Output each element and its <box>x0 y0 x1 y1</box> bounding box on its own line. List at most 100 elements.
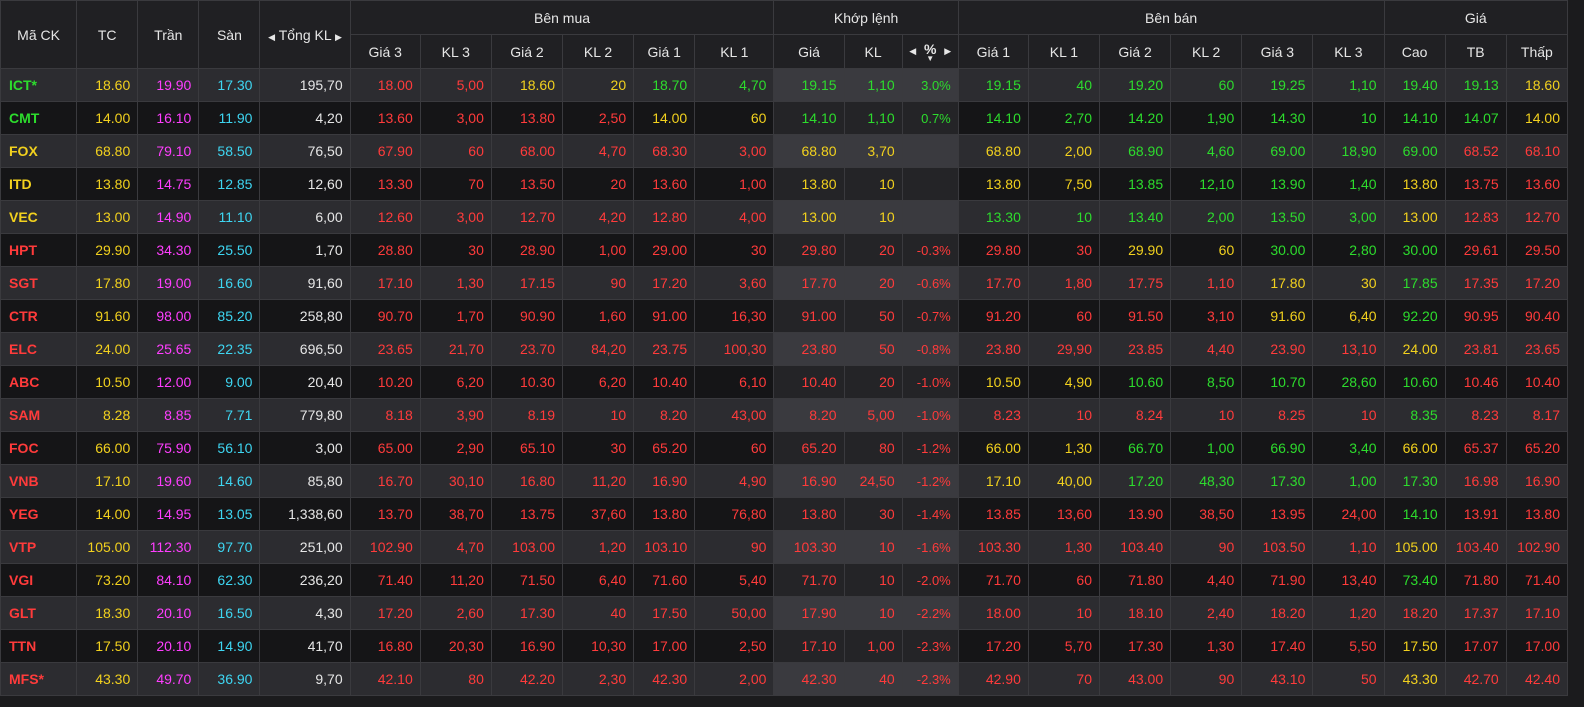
cell-sv1: 2,70 <box>1027 101 1101 135</box>
cell-sp2: 103.40 <box>1098 530 1172 564</box>
table-row[interactable]: MFS* 43.30 49.70 36.90 9,70 42.10 80 42.20 2,30 4… <box>0 662 1569 696</box>
table-row[interactable]: YEG 14.00 14.95 13.05 1,338,60 13.70 38,70 13.7… <box>0 497 1569 531</box>
cell-sym[interactable]: SGT <box>0 266 78 300</box>
cell-sv3: 1,00 <box>1312 464 1385 498</box>
cell-mp: 17.90 <box>773 596 845 630</box>
table-row[interactable]: SGT 17.80 19.00 16.60 91,60 17.10 1,30 17.15 90 1… <box>0 266 1569 300</box>
col-buy-price-1[interactable]: Giá 1 <box>633 34 696 69</box>
cell-sp1: 13.80 <box>957 167 1029 201</box>
table-row[interactable]: GLT 18.30 20.10 16.50 4,30 17.20 2,60 17.30 40 17… <box>0 596 1569 630</box>
table-row[interactable]: HPT 29.90 34.30 25.50 1,70 28.80 30 28.90 1,00 29… <box>0 233 1569 267</box>
table-row[interactable]: SAM 8.28 8.85 7.71 779,80 8.18 3,90 8.19 10 8.20 4… <box>0 398 1569 432</box>
cell-av: 16.98 <box>1444 464 1507 498</box>
cell-lo: 29.50 <box>1505 233 1569 267</box>
cell-ceil: 25.65 <box>137 332 200 366</box>
cell-bv3: 21,70 <box>419 332 492 366</box>
col-sell-price-2[interactable]: Giá 2 <box>1098 34 1172 69</box>
col-high-price[interactable]: Cao <box>1383 34 1446 69</box>
col-sell-price-3[interactable]: Giá 3 <box>1241 34 1314 69</box>
cell-sym[interactable]: ABC <box>0 365 78 399</box>
cell-sym[interactable]: VNB <box>0 464 78 498</box>
cell-sym[interactable]: SAM <box>0 398 78 432</box>
col-buy-price-2[interactable]: Giá 2 <box>490 34 564 69</box>
table-row[interactable]: VTP 105.00 112.30 97.70 251,00 102.90 4,70 103.… <box>0 530 1569 564</box>
table-row[interactable]: FOC 66.00 75.90 56.10 3,00 65.00 2,90 65.10 30 65… <box>0 431 1569 465</box>
cell-pct <box>901 167 959 201</box>
cell-bv1: 4,70 <box>694 68 775 102</box>
cell-sp2: 10.60 <box>1098 365 1172 399</box>
cell-mp: 91.00 <box>773 299 845 333</box>
col-buy-vol-3[interactable]: KL 3 <box>419 34 492 69</box>
cell-sym[interactable]: ELC <box>0 332 78 366</box>
cell-sv2: 1,30 <box>1170 629 1243 663</box>
cell-floor: 56.10 <box>198 431 261 465</box>
table-row[interactable]: TTN 17.50 20.10 14.90 41,70 16.80 20,30 16.90 10… <box>0 629 1569 663</box>
cell-sym[interactable]: YEG <box>0 497 78 531</box>
col-match-price[interactable]: Giá <box>773 34 845 69</box>
cell-sym[interactable]: VEC <box>0 200 78 234</box>
cell-bv1: 3,60 <box>694 266 775 300</box>
cell-bv3: 30 <box>419 233 492 267</box>
cell-sym[interactable]: VTP <box>0 530 78 564</box>
col-match-vol[interactable]: KL <box>843 34 903 69</box>
price-board-table: Mã CK TC Trần Sàn ◀ Tổng KL ▶ Bên mua Kh… <box>0 0 1569 696</box>
table-row[interactable]: CTR 91.60 98.00 85.20 258,80 90.70 1,70 90.90 1,… <box>0 299 1569 333</box>
col-sell-vol-1[interactable]: KL 1 <box>1027 34 1101 69</box>
table-row[interactable]: ITD 13.80 14.75 12.85 12,60 13.30 70 13.50 20 13.… <box>0 167 1569 201</box>
caret-right-icon[interactable]: ▶ <box>335 32 342 42</box>
cell-av: 17.07 <box>1444 629 1507 663</box>
cell-sv2: 10 <box>1170 398 1243 432</box>
table-row[interactable]: VNB 17.10 19.60 14.60 85,80 16.70 30,10 16.80 11… <box>0 464 1569 498</box>
table-row[interactable]: ELC 24.00 25.65 22.35 696,50 23.65 21,70 23.70 8… <box>0 332 1569 366</box>
cell-sym[interactable]: GLT <box>0 596 78 630</box>
cell-sym[interactable]: FOC <box>0 431 78 465</box>
col-match-pct[interactable]: ◀ % ▶ ▼ <box>901 34 959 69</box>
cell-sym[interactable]: TTN <box>0 629 78 663</box>
sort-desc-icon[interactable]: ▼ <box>903 54 957 62</box>
cell-tc: 17.80 <box>76 266 139 300</box>
col-floor-price[interactable]: Sàn <box>198 0 261 69</box>
col-avg-price[interactable]: TB <box>1444 34 1507 69</box>
table-row[interactable]: FOX 68.80 79.10 58.50 76,50 67.90 60 68.00 4,70 6… <box>0 134 1569 168</box>
cell-lo: 42.40 <box>1505 662 1569 696</box>
cell-sym[interactable]: CMT <box>0 101 78 135</box>
cell-mv: 10 <box>843 167 903 201</box>
col-low-price[interactable]: Thấp <box>1505 34 1569 69</box>
caret-right-icon[interactable]: ▶ <box>944 46 951 56</box>
cell-sym[interactable]: HPT <box>0 233 78 267</box>
col-buy-price-3[interactable]: Giá 3 <box>349 34 421 69</box>
table-row[interactable]: ICT* 18.60 19.90 17.30 195,70 18.00 5,00 18.60 2… <box>0 68 1569 102</box>
caret-left-icon[interactable]: ◀ <box>268 32 275 42</box>
table-row[interactable]: ABC 10.50 12.00 9.00 20,40 10.20 6,20 10.30 6,20… <box>0 365 1569 399</box>
cell-mp: 17.70 <box>773 266 845 300</box>
col-total-volume[interactable]: ◀ Tổng KL ▶ <box>259 0 351 69</box>
col-ceiling-price[interactable]: Trần <box>137 0 200 69</box>
cell-pct: -1.0% <box>901 398 959 432</box>
cell-sv3: 6,40 <box>1312 299 1385 333</box>
cell-bp3: 16.80 <box>349 629 421 663</box>
cell-sym[interactable]: FOX <box>0 134 78 168</box>
cell-bp3: 65.00 <box>349 431 421 465</box>
col-ref-price[interactable]: TC <box>76 0 139 69</box>
cell-av: 19.13 <box>1444 68 1507 102</box>
cell-sym[interactable]: ICT* <box>0 68 78 102</box>
caret-left-icon[interactable]: ◀ <box>909 46 916 56</box>
table-row[interactable]: VGI 73.20 84.10 62.30 236,20 71.40 11,20 71.50 6… <box>0 563 1569 597</box>
table-row[interactable]: VEC 13.00 14.90 11.10 6,00 12.60 3,00 12.70 4,20… <box>0 200 1569 234</box>
table-row[interactable]: CMT 14.00 16.10 11.90 4,20 13.60 3,00 13.80 2,50… <box>0 101 1569 135</box>
cell-sp2: 68.90 <box>1098 134 1172 168</box>
cell-sym[interactable]: ITD <box>0 167 78 201</box>
col-symbol[interactable]: Mã CK <box>0 0 78 69</box>
cell-sym[interactable]: CTR <box>0 299 78 333</box>
col-buy-vol-1[interactable]: KL 1 <box>694 34 775 69</box>
cell-bp2: 71.50 <box>490 563 564 597</box>
col-sell-vol-3[interactable]: KL 3 <box>1312 34 1385 69</box>
col-sell-vol-2[interactable]: KL 2 <box>1170 34 1243 69</box>
cell-sym[interactable]: MFS* <box>0 662 78 696</box>
col-sell-price-1[interactable]: Giá 1 <box>957 34 1029 69</box>
cell-sv3: 2,80 <box>1312 233 1385 267</box>
col-buy-vol-2[interactable]: KL 2 <box>561 34 635 69</box>
cell-sym[interactable]: VGI <box>0 563 78 597</box>
cell-mp: 19.15 <box>773 68 845 102</box>
cell-sp1: 29.80 <box>957 233 1029 267</box>
